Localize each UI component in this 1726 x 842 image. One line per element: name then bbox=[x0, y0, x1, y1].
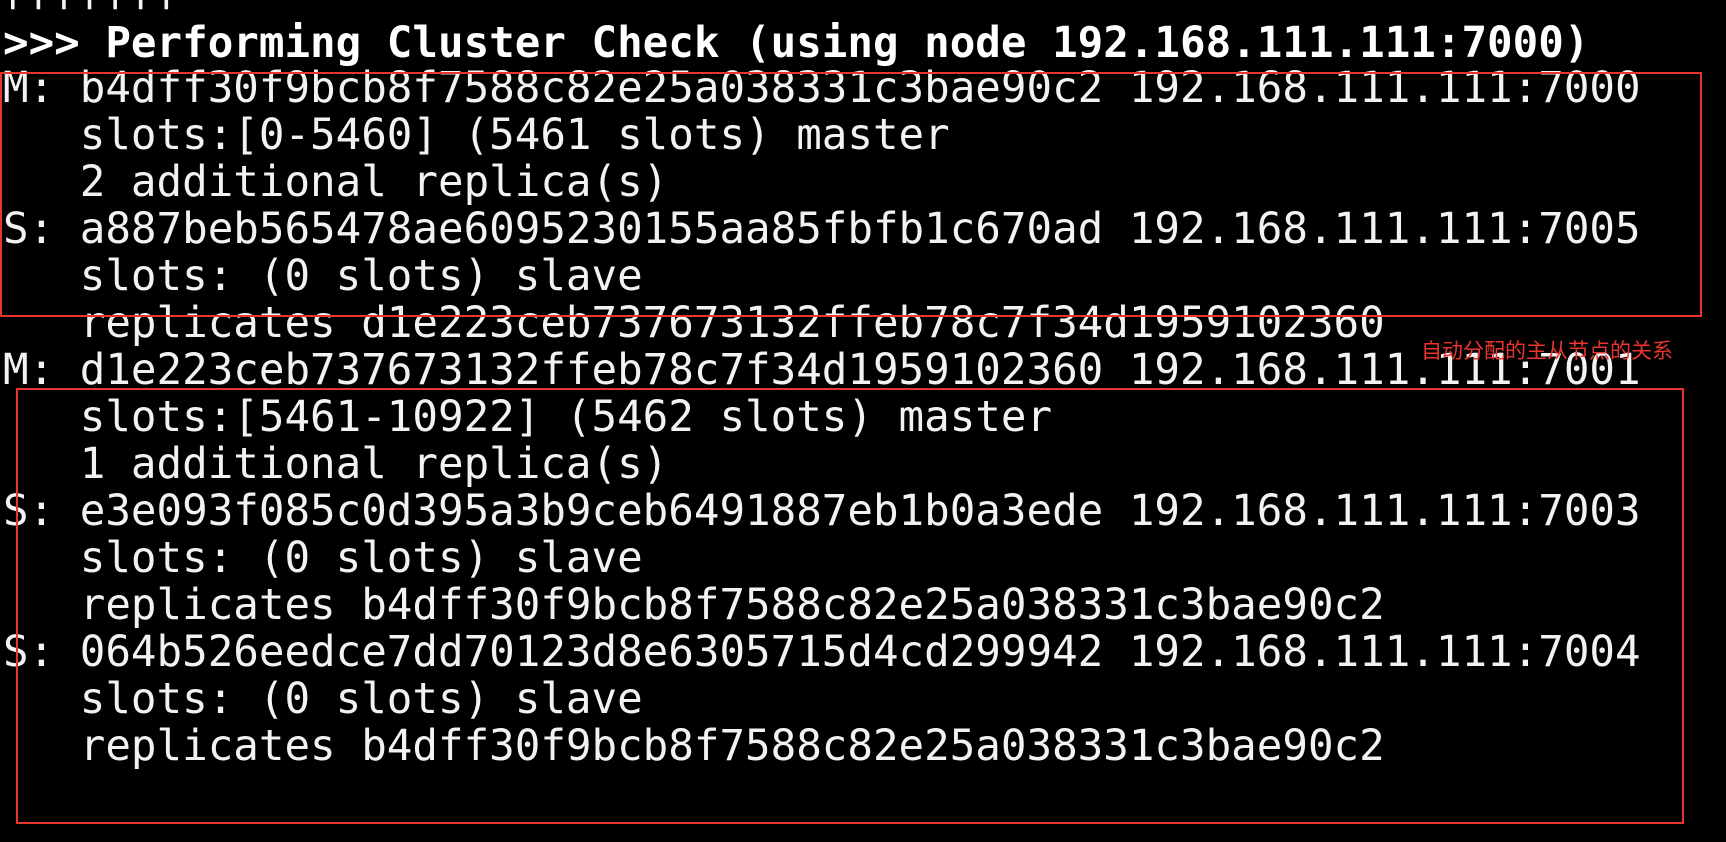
terminal-line: S: 064b526eedce7dd70123d8e6305715d4cd299… bbox=[3, 628, 1641, 677]
terminal-line: M: d1e223ceb737673132ffeb78c7f34d1959102… bbox=[3, 346, 1641, 395]
terminal-line: M: b4dff30f9bcb8f7588c82e25a038331c3bae9… bbox=[3, 64, 1641, 113]
terminal-line: S: e3e093f085c0d395a3b9ceb6491887eb1b0a3… bbox=[3, 487, 1641, 536]
terminal-line: replicates b4dff30f9bcb8f7588c82e25a0383… bbox=[3, 722, 1385, 771]
terminal-line: slots: (0 slots) slave bbox=[3, 534, 643, 583]
annotation-label: 自动分配的主从节点的关系 bbox=[1421, 339, 1673, 363]
terminal-line: 2 additional replica(s) bbox=[3, 158, 669, 207]
terminal-line: replicates d1e223ceb737673132ffeb78c7f34… bbox=[3, 299, 1385, 348]
terminal-line: slots: (0 slots) slave bbox=[3, 252, 643, 301]
terminal-line: slots:[5461-10922] (5462 slots) master bbox=[3, 393, 1053, 442]
terminal-line: slots: (0 slots) slave bbox=[3, 675, 643, 724]
terminal-line: slots:[0-5460] (5461 slots) master bbox=[3, 111, 950, 160]
terminal-line: 1 additional replica(s) bbox=[3, 440, 669, 489]
terminal-line: S: a887beb565478ae6095230155aa85fbfb1c67… bbox=[3, 205, 1641, 254]
terminal-window: ||||||| >>> Performing Cluster Check (us… bbox=[0, 0, 1726, 842]
terminal-previous-output: ||||||| bbox=[0, 0, 179, 12]
terminal-line: replicates b4dff30f9bcb8f7588c82e25a0383… bbox=[3, 581, 1385, 630]
